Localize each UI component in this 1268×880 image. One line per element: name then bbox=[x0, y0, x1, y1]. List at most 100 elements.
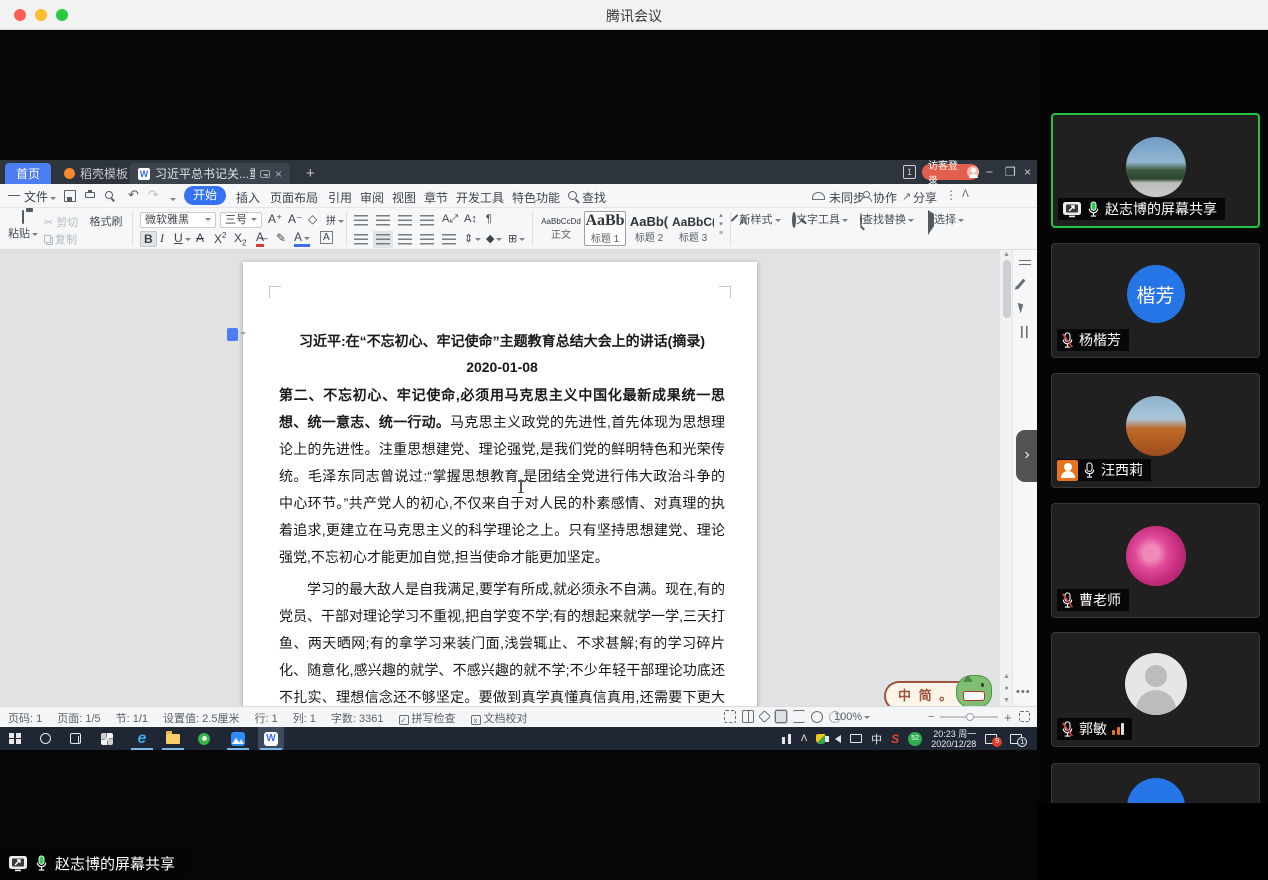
zoom-in-icon[interactable]: + bbox=[1004, 710, 1012, 725]
align-left-icon[interactable] bbox=[354, 234, 368, 245]
align-center-icon[interactable] bbox=[376, 234, 390, 245]
shading-icon[interactable]: ◆ bbox=[486, 232, 502, 245]
align-right-icon[interactable] bbox=[398, 234, 412, 245]
menu-item-dev-tools[interactable]: 开发工具 bbox=[456, 189, 504, 206]
window-count-icon[interactable]: 1 bbox=[903, 165, 916, 179]
document-proof-toggle[interactable]: x文档校对 bbox=[471, 710, 528, 726]
zoom-slider-knob[interactable] bbox=[966, 713, 974, 721]
fit-page-icon[interactable] bbox=[1019, 711, 1030, 722]
task-view-button[interactable] bbox=[62, 727, 88, 750]
strikethrough-icon[interactable]: A bbox=[196, 231, 204, 245]
document-text[interactable]: 习近平:在“不忘初心、牢记使命”主题教育总结大会上的讲话(摘录) 2020-01… bbox=[279, 328, 725, 706]
menu-item-section[interactable]: 章节 bbox=[424, 189, 448, 206]
status-word-count[interactable]: 字数: 3361 bbox=[331, 710, 384, 726]
guest-login-button[interactable]: 访客登录 bbox=[922, 164, 979, 180]
menu-item-view[interactable]: 视图 bbox=[392, 189, 416, 206]
text-direction-icon[interactable]: A↕ bbox=[464, 213, 477, 225]
menu-item-review[interactable]: 审阅 bbox=[360, 189, 384, 206]
ime-language-icon[interactable]: 中 bbox=[871, 731, 882, 747]
share-button[interactable]: 分享 bbox=[913, 189, 937, 206]
redo-icon[interactable]: ↷ bbox=[148, 187, 159, 203]
participant-tile[interactable]: 曹老师 bbox=[1051, 503, 1260, 618]
highlight-color-icon[interactable]: A̶ bbox=[256, 230, 264, 247]
comment-bubble-icon[interactable] bbox=[260, 170, 270, 178]
collaborate-button[interactable]: 协作 bbox=[873, 189, 897, 206]
volume-icon[interactable] bbox=[835, 735, 841, 743]
comment-marker-icon[interactable] bbox=[227, 328, 238, 341]
bold-icon[interactable]: B bbox=[140, 231, 157, 247]
phonetic-guide-icon[interactable]: 拼 bbox=[326, 212, 344, 227]
ruler-toggle-icon[interactable] bbox=[1019, 260, 1031, 265]
start-button[interactable] bbox=[2, 727, 28, 750]
spell-check-toggle[interactable]: ✓拼写检查 bbox=[399, 710, 456, 726]
edit-mode-icon[interactable] bbox=[758, 710, 771, 723]
format-painter-button[interactable]: 格式刷 bbox=[86, 211, 126, 229]
scrollbar-thumb[interactable] bbox=[1003, 260, 1011, 318]
line-spacing-icon[interactable]: ⇕ bbox=[464, 232, 481, 245]
clear-format-icon[interactable]: ◇ bbox=[308, 212, 317, 226]
pinned-app-button[interactable] bbox=[94, 727, 120, 750]
style-normal[interactable]: AaBbCcDd 正文 bbox=[540, 211, 582, 246]
superscript-icon[interactable]: X2 bbox=[214, 231, 226, 246]
font-color-icon[interactable]: A bbox=[294, 230, 310, 247]
fullscreen-view-icon[interactable] bbox=[724, 710, 736, 723]
undo-icon[interactable]: ↶ bbox=[128, 187, 139, 203]
document-page[interactable]: 习近平:在“不忘初心、牢记使命”主题教育总结大会上的讲话(摘录) 2020-01… bbox=[243, 262, 757, 706]
style-heading1[interactable]: AaBb 标题 1 bbox=[584, 211, 626, 246]
file-explorer-button[interactable] bbox=[160, 727, 186, 750]
read-mode-icon[interactable] bbox=[742, 710, 754, 723]
menu-item-references[interactable]: 引用 bbox=[328, 189, 352, 206]
find-menu[interactable]: 查找 bbox=[582, 189, 606, 206]
new-style-button[interactable]: 新样式 bbox=[738, 211, 782, 227]
style-heading2[interactable]: AaBb( 标题 2 bbox=[628, 211, 670, 246]
new-tab-button[interactable]: + bbox=[298, 163, 323, 184]
italic-icon[interactable]: I bbox=[160, 231, 164, 246]
vertical-scrollbar[interactable]: ▲ ▲ ● ▼ bbox=[999, 250, 1012, 706]
tab-document[interactable]: W 习近平总书记关...重要论述(1) × bbox=[130, 163, 290, 184]
more-tools-icon[interactable]: ••• bbox=[1016, 686, 1031, 698]
underline-icon[interactable]: U bbox=[174, 231, 191, 245]
character-border-icon[interactable]: A bbox=[320, 231, 333, 244]
annotate-pen-icon[interactable] bbox=[1015, 279, 1025, 290]
more-options-icon[interactable]: ⋮ bbox=[945, 188, 957, 202]
wps-close-button[interactable]: × bbox=[1024, 165, 1031, 179]
style-gallery-scroll[interactable]: ▴▾≡ bbox=[716, 211, 726, 238]
decrease-indent-icon[interactable] bbox=[398, 215, 412, 226]
increase-indent-icon[interactable] bbox=[420, 215, 434, 226]
ime-indicator[interactable]: 中 简 。 bbox=[884, 681, 978, 706]
menu-item-insert[interactable]: 插入 bbox=[236, 189, 260, 206]
justify-icon[interactable] bbox=[420, 234, 434, 245]
participant-tile[interactable]: 郭敏 bbox=[1051, 632, 1260, 747]
tab-template[interactable]: 稻壳模板 bbox=[56, 163, 136, 184]
collapse-ribbon-icon[interactable]: ᐱ bbox=[962, 189, 969, 200]
outline-view-icon[interactable] bbox=[793, 710, 805, 723]
customize-toolbar-caret[interactable] bbox=[168, 191, 176, 205]
zoom-slider[interactable] bbox=[940, 716, 998, 718]
increase-font-icon[interactable]: A⁺ bbox=[268, 212, 282, 226]
wps-taskbar-button[interactable]: W bbox=[258, 727, 284, 750]
cut-button[interactable]: ✂剪切 bbox=[44, 214, 78, 230]
menu-item-special-features[interactable]: 特色功能 bbox=[512, 189, 560, 206]
style-heading3[interactable]: AaBbC( 标题 3 bbox=[672, 211, 714, 246]
character-scale-icon[interactable]: A⤢ bbox=[442, 213, 458, 226]
zoom-level[interactable]: 100% bbox=[834, 711, 870, 723]
wps-restore-button[interactable]: ❐ bbox=[1005, 165, 1016, 179]
browser360-button[interactable] bbox=[191, 727, 217, 750]
print-preview-icon[interactable] bbox=[104, 190, 116, 202]
font-name-select[interactable]: 微软雅黑 bbox=[140, 212, 216, 228]
tab-close-icon[interactable]: × bbox=[275, 167, 282, 181]
participant-tile[interactable]: 汪西莉 bbox=[1051, 373, 1260, 488]
copy-button[interactable]: 复制 bbox=[44, 231, 77, 247]
action-center-icon[interactable]: 1 bbox=[1010, 734, 1022, 744]
web-view-icon[interactable] bbox=[811, 711, 823, 723]
text-tool-button[interactable]: 文字工具 bbox=[792, 211, 848, 227]
paragraph-mark-icon[interactable]: ¶ bbox=[486, 213, 492, 225]
edge-button[interactable]: e bbox=[129, 727, 155, 750]
save-icon[interactable] bbox=[64, 190, 76, 202]
meeting-panel-toggle[interactable]: › bbox=[1016, 430, 1037, 482]
pointer-tool-icon[interactable] bbox=[1018, 302, 1026, 314]
tab-home[interactable]: 首页 bbox=[5, 163, 51, 184]
participant-tile[interactable]: 楷芳 杨楷芳 bbox=[1051, 243, 1260, 358]
distribute-icon[interactable] bbox=[442, 234, 456, 245]
tray-count-badge[interactable]: 52 bbox=[908, 732, 922, 746]
